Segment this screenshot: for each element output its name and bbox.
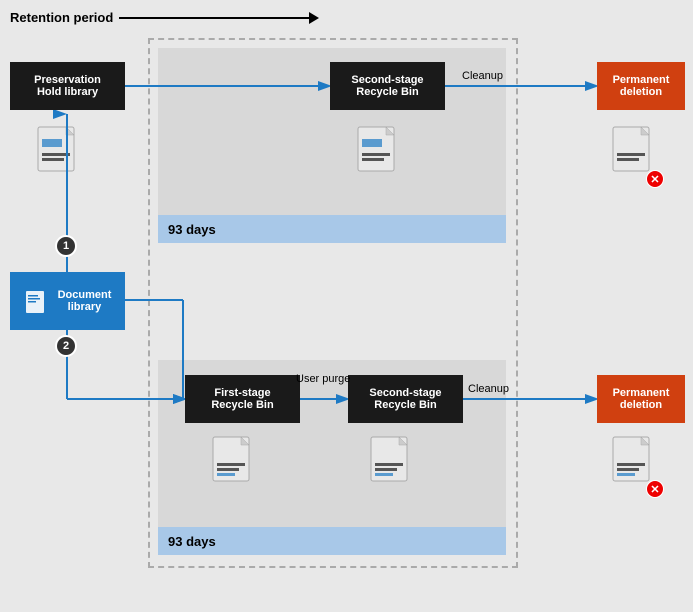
user-purge-label: User purge [296,373,350,385]
cleanup-label-top: Cleanup [462,70,503,82]
recycle-bin-top-box: Second-stageRecycle Bin [330,62,445,110]
permanent-deletion-top-box: Permanentdeletion [597,62,685,110]
recycle-bin-second-label: Second-stageRecycle Bin [369,387,441,411]
permanent-deletion-top-label: Permanentdeletion [613,74,670,98]
permanent-deletion-bottom-box: Permanentdeletion [597,375,685,423]
badge-1: 1 [55,235,77,257]
document-library-label: Documentlibrary [58,289,112,313]
document-library-icon [24,287,52,315]
recycle-bin-second-box: Second-stageRecycle Bin [348,375,463,423]
preservation-hold-label: PreservationHold library [34,74,101,98]
diagram-container: Retention period 93 days 93 days Preserv… [0,0,693,612]
document-library-box: Documentlibrary [10,272,125,330]
preservation-hold-box: PreservationHold library [10,62,125,110]
badge-2: 2 [55,335,77,357]
cleanup-label-bottom: Cleanup [468,383,509,395]
recycle-bin-top-label: Second-stageRecycle Bin [351,74,423,98]
recycle-bin-first-box: First-stageRecycle Bin [185,375,300,423]
permanent-deletion-bottom-label: Permanentdeletion [613,387,670,411]
recycle-bin-first-label: First-stageRecycle Bin [211,387,273,411]
